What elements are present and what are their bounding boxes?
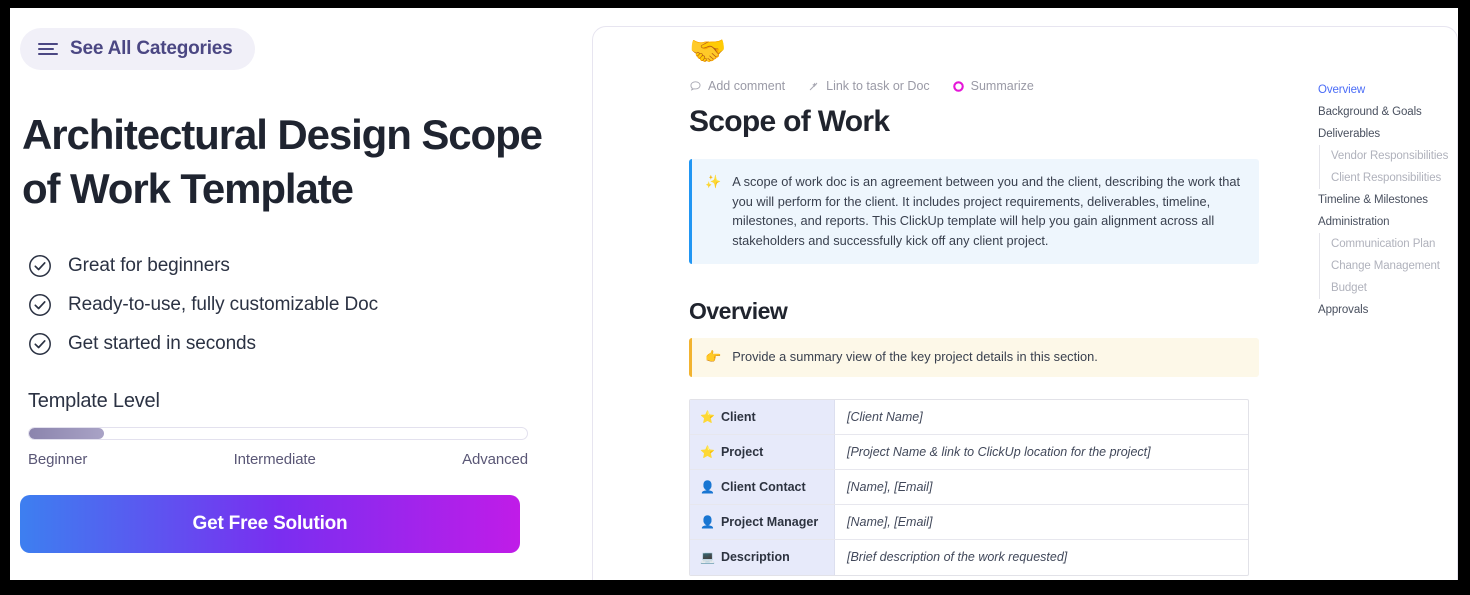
screenshot-frame: See All Categories Architectural Design … — [10, 8, 1458, 580]
summarize-button[interactable]: Summarize — [952, 79, 1034, 93]
person-icon: 👤 — [700, 479, 715, 494]
overview-callout: 👉 Provide a summary view of the key proj… — [689, 338, 1259, 377]
document-outline: Overview Background & Goals Deliverables… — [1318, 79, 1457, 321]
table-key-label: Description — [720, 550, 790, 564]
table-row-key: 👤 Project Manager — [690, 504, 835, 539]
outline-subgroup-deliverables: Vendor Responsibilities Client Responsib… — [1319, 145, 1457, 189]
template-level-section: Template Level Beginner Intermediate Adv… — [28, 390, 528, 468]
table-row-value[interactable]: [Project Name & link to ClickUp location… — [835, 435, 1248, 469]
add-comment-label: Add comment — [708, 79, 786, 93]
hamburger-icon — [38, 42, 58, 56]
template-level-fill — [29, 428, 104, 439]
get-free-solution-button[interactable]: Get Free Solution — [20, 495, 520, 553]
section-heading-overview: Overview — [689, 298, 788, 324]
table-key-label: Project Manager — [720, 514, 819, 529]
outline-item-approvals[interactable]: Approvals — [1318, 299, 1457, 321]
add-comment-button[interactable]: Add comment — [689, 79, 785, 93]
feature-label: Get started in seconds — [68, 332, 256, 354]
comment-icon — [690, 80, 701, 91]
handshake-icon: 🤝 — [689, 35, 727, 68]
template-level-title: Template Level — [28, 390, 160, 412]
document-heading: Scope of Work — [689, 105, 890, 138]
outline-item-communication-plan[interactable]: Communication Plan — [1331, 233, 1457, 255]
table-key-label: Client Contact — [720, 479, 806, 494]
link-to-task-label: Link to task or Doc — [826, 79, 930, 93]
template-info-panel: See All Categories Architectural Design … — [10, 8, 590, 580]
table-row: 👤 Client Contact [Name], [Email] — [690, 469, 1248, 505]
outline-subgroup-administration: Communication Plan Change Management Bud… — [1319, 233, 1457, 299]
summarize-icon — [952, 80, 964, 92]
template-level-slider[interactable] — [28, 427, 528, 440]
laptop-icon: 💻 — [700, 550, 715, 564]
check-circle-icon — [29, 293, 51, 316]
feature-list: Great for beginners Ready-to-use, fully … — [28, 246, 548, 363]
table-row-key: 💻 Description — [690, 539, 835, 575]
table-key-label: Client — [720, 409, 756, 424]
document-body: 🤝 Add comment Link to task or Doc Summar… — [689, 27, 1289, 576]
feature-item: Ready-to-use, fully customizable Doc — [28, 285, 548, 324]
table-row-key: 👤 Client Contact — [690, 469, 835, 504]
see-all-categories-label: See All Categories — [70, 38, 233, 59]
page-title: Architectural Design Scope of Work Templ… — [22, 111, 543, 212]
table-row-value[interactable]: [Client Name] — [835, 400, 1248, 434]
check-circle-icon — [29, 332, 51, 355]
table-row: ⭐ Client [Client Name] — [690, 399, 1248, 435]
table-row-key: ⭐ Project — [690, 434, 835, 469]
document-preview-panel: 🤝 Add comment Link to task or Doc Summar… — [592, 26, 1458, 580]
check-circle-icon — [29, 254, 51, 277]
outline-item-timeline-milestones[interactable]: Timeline & Milestones — [1318, 189, 1457, 211]
link-sparkle-icon — [809, 82, 818, 90]
overview-callout-text: Provide a summary view of the key projec… — [732, 349, 1098, 364]
get-free-solution-label: Get Free Solution — [192, 513, 348, 534]
outline-item-deliverables[interactable]: Deliverables — [1318, 123, 1457, 145]
link-to-task-button[interactable]: Link to task or Doc — [807, 79, 930, 93]
table-row: 💻 Description [Brief description of the … — [690, 539, 1248, 575]
overview-table: ⭐ Client [Client Name] ⭐ Project [Projec… — [689, 398, 1249, 576]
document-toolbar: Add comment Link to task or Doc Summariz… — [689, 77, 1289, 95]
outline-item-administration[interactable]: Administration — [1318, 211, 1457, 233]
star-icon: ⭐ — [700, 409, 715, 424]
outline-item-overview[interactable]: Overview — [1318, 79, 1457, 101]
level-label-advanced: Advanced — [462, 451, 528, 468]
intro-callout-text: A scope of work doc is an agreement betw… — [732, 174, 1241, 248]
feature-item: Great for beginners — [28, 246, 548, 285]
level-label-intermediate: Intermediate — [233, 451, 316, 468]
intro-callout: ✨ A scope of work doc is an agreement be… — [689, 159, 1259, 264]
pointing-hand-icon: 👉 — [705, 349, 722, 364]
see-all-categories-button[interactable]: See All Categories — [20, 28, 255, 70]
table-row: ⭐ Project [Project Name & link to ClickU… — [690, 434, 1248, 470]
table-row-value[interactable]: [Name], [Email] — [835, 505, 1248, 539]
template-level-labels: Beginner Intermediate Advanced — [28, 451, 528, 468]
level-label-beginner: Beginner — [28, 451, 88, 468]
table-key-label: Project — [720, 444, 764, 459]
outline-item-background-goals[interactable]: Background & Goals — [1318, 101, 1457, 123]
outline-item-vendor-responsibilities[interactable]: Vendor Responsibilities — [1331, 145, 1457, 167]
sparkles-icon: ✨ — [705, 174, 722, 189]
feature-label: Ready-to-use, fully customizable Doc — [68, 293, 379, 315]
table-row-value[interactable]: [Name], [Email] — [835, 470, 1248, 504]
table-row: 👤 Project Manager [Name], [Email] — [690, 504, 1248, 540]
table-row-value[interactable]: [Brief description of the work requested… — [835, 540, 1248, 575]
summarize-label: Summarize — [970, 79, 1034, 93]
star-icon: ⭐ — [700, 444, 715, 459]
outline-item-budget[interactable]: Budget — [1331, 277, 1457, 299]
person-icon: 👤 — [700, 514, 715, 529]
feature-item: Get started in seconds — [28, 324, 548, 363]
outline-item-client-responsibilities[interactable]: Client Responsibilities — [1331, 167, 1457, 189]
table-row-key: ⭐ Client — [690, 399, 835, 434]
feature-label: Great for beginners — [68, 254, 230, 276]
outline-item-change-management[interactable]: Change Management — [1331, 255, 1457, 277]
